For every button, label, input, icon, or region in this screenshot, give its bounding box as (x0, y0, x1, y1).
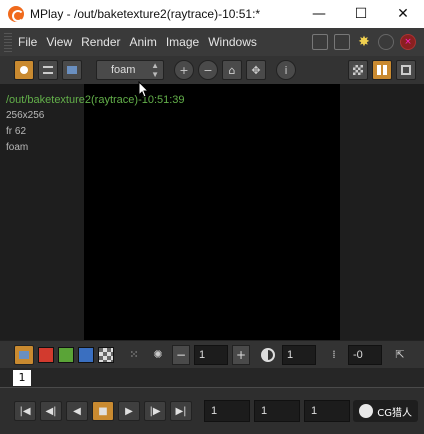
current-frame-marker[interactable]: 1 (13, 370, 31, 386)
pause-render-icon[interactable] (378, 34, 394, 50)
home-icon[interactable]: ⌂ (222, 60, 242, 80)
channel-select[interactable]: foam ▲ ▼ (96, 60, 164, 80)
exposure-increment[interactable]: + (232, 344, 250, 365)
pan-icon[interactable]: ✥ (246, 60, 266, 80)
snap-window-icon[interactable] (312, 34, 328, 50)
gamma-icon[interactable] (258, 345, 278, 365)
watermark: CG猎人 (353, 400, 418, 422)
close-button[interactable]: ✕ (382, 0, 424, 28)
display-mode-button[interactable] (14, 60, 34, 80)
offset-field[interactable]: -0 (348, 344, 382, 365)
first-frame-icon[interactable]: |◀ (14, 401, 36, 421)
end-frame-field[interactable]: 1 (304, 400, 350, 422)
layers-icon[interactable] (38, 60, 58, 80)
maximize-button[interactable]: ☐ (340, 0, 382, 28)
image-label: /out/baketexture2(raytrace)-10:51:39 (6, 94, 185, 106)
start-frame-field[interactable]: 1 (204, 400, 250, 422)
watermark-text: CG猎人 (377, 407, 412, 419)
green-channel-toggle[interactable] (58, 346, 74, 363)
offset-icon[interactable]: ⁞ (324, 345, 344, 365)
foam-texture-image (84, 84, 340, 340)
red-channel-toggle[interactable] (38, 346, 54, 363)
play-reverse-icon[interactable]: ◀ (66, 401, 88, 421)
title-bar: MPlay - /out/baketexture2(raytrace)-10:5… (0, 0, 424, 28)
exposure-decrement[interactable]: − (172, 344, 190, 365)
watermark-logo-icon (359, 404, 374, 418)
image-view-icon[interactable] (62, 60, 82, 80)
exposure-field[interactable]: 1 (194, 344, 228, 365)
brightness-icon[interactable]: ✺ (148, 345, 168, 365)
image-viewport[interactable]: /out/baketexture2(raytrace)-10:51:39 256… (0, 81, 424, 340)
menu-grip-handle[interactable] (4, 32, 12, 52)
timeline[interactable]: 1 (0, 368, 424, 388)
blue-channel-toggle[interactable] (78, 346, 94, 363)
checker-view-icon[interactable] (348, 60, 368, 80)
rgb-view-button[interactable] (14, 344, 34, 365)
last-frame-icon[interactable]: ▶| (170, 401, 192, 421)
current-frame-field[interactable]: 1 (254, 400, 300, 422)
updown-arrow-icon: ▲ ▼ (151, 61, 159, 79)
window-title: MPlay - /out/baketexture2(raytrace)-10:5… (30, 7, 261, 21)
dither-icon[interactable]: ⁙ (124, 345, 144, 365)
dock-window-icon[interactable] (334, 34, 350, 50)
menu-file[interactable]: File (18, 35, 37, 49)
gamma-field[interactable]: 1 (282, 344, 316, 365)
rendered-foam-texture (84, 84, 340, 340)
zoom-out-icon[interactable]: − (198, 60, 218, 80)
menu-image[interactable]: Image (166, 35, 199, 49)
menu-bar: File View Render Anim Image Windows ✸ × (0, 28, 424, 56)
menu-view[interactable]: View (46, 35, 72, 49)
menu-render[interactable]: Render (81, 35, 120, 49)
channel-select-value: foam (111, 64, 136, 76)
star-icon[interactable]: ✸ (356, 34, 372, 50)
lut-icon[interactable]: ⇱ (390, 345, 410, 365)
menu-windows[interactable]: Windows (208, 35, 257, 49)
stop-icon[interactable]: ■ (92, 401, 114, 421)
zoom-in-icon[interactable]: + (174, 60, 194, 80)
step-forward-icon[interactable]: |▶ (144, 401, 166, 421)
plane-label: foam (6, 142, 29, 153)
step-back-icon[interactable]: ◀| (40, 401, 62, 421)
quad-layout-icon[interactable] (396, 60, 416, 80)
frame-label: fr 62 (6, 126, 27, 137)
info-icon[interactable]: i (276, 60, 296, 80)
view-toolbar: foam ▲ ▼ + − ⌂ ✥ i (0, 56, 424, 84)
mouse-cursor-icon (138, 81, 150, 98)
minimize-button[interactable]: — (298, 0, 340, 28)
color-controls-bar: ⁙ ✺ − 1 + 1 ⁞ -0 ⇱ (0, 340, 424, 368)
resolution-label: 256x256 (6, 110, 45, 121)
alpha-channel-toggle[interactable] (98, 346, 114, 363)
houdini-app-icon (8, 6, 24, 22)
grid-layout-icon[interactable] (372, 60, 392, 80)
stop-render-icon[interactable]: × (400, 34, 416, 50)
menu-anim[interactable]: Anim (130, 35, 157, 49)
play-forward-icon[interactable]: ▶ (118, 401, 140, 421)
